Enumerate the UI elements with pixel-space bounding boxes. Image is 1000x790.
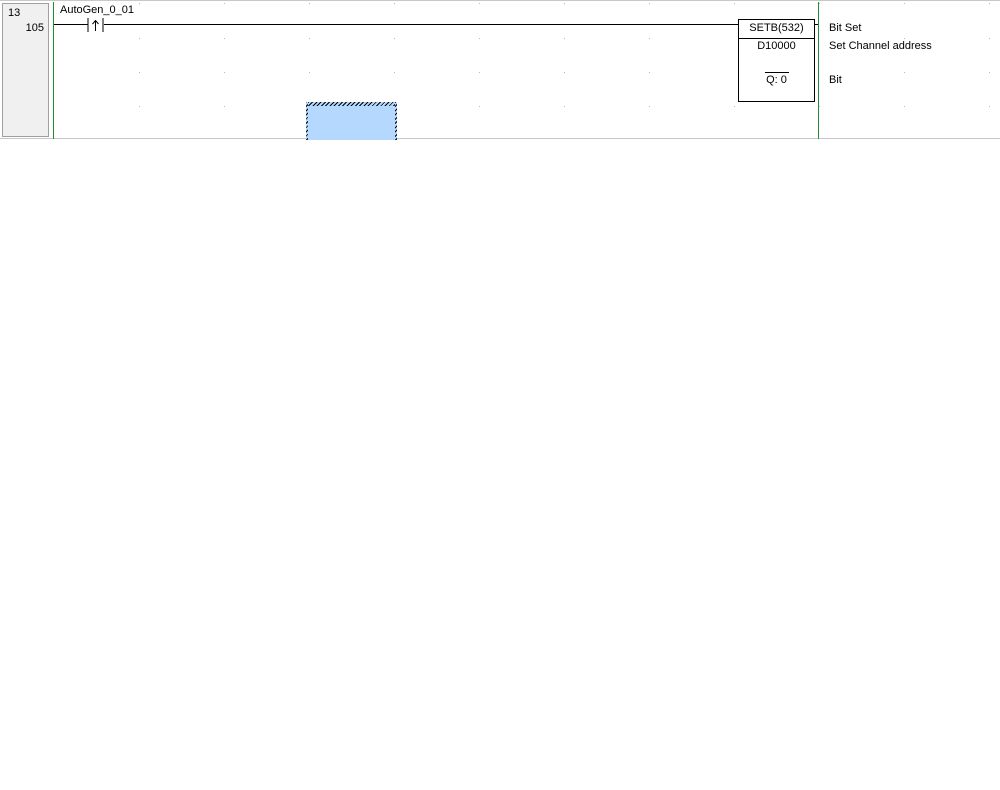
operand-bit-comment: Bit bbox=[829, 74, 842, 86]
function-block-operand-bit[interactable]: Q: 0 bbox=[739, 74, 814, 86]
function-block-operand-overbar bbox=[765, 72, 789, 73]
rising-edge-contact-icon[interactable] bbox=[86, 17, 106, 33]
rung-wire-right bbox=[815, 24, 818, 25]
selection-cursor[interactable] bbox=[306, 102, 397, 140]
function-block-divider bbox=[739, 38, 814, 39]
rung-wire-main bbox=[104, 24, 738, 25]
function-block-operand-channel[interactable]: D10000 bbox=[739, 40, 814, 52]
operand-channel-comment: Set Channel address bbox=[829, 40, 932, 52]
rung-header[interactable]: 13 105 bbox=[2, 3, 49, 137]
right-power-rail bbox=[818, 2, 819, 139]
setb-function-block[interactable]: SETB(532) D10000 Q: 0 bbox=[738, 19, 815, 102]
left-power-rail bbox=[53, 2, 54, 139]
selection-cursor-fill bbox=[308, 106, 395, 140]
function-block-name: SETB(532) bbox=[749, 22, 804, 34]
instruction-comment: Bit Set bbox=[829, 22, 862, 34]
rung-number: 13 bbox=[8, 7, 21, 19]
contact-operand-label: AutoGen_0_01 bbox=[60, 4, 135, 16]
ladder-rung[interactable]: 13 105 AutoGen_0_01 SETB(532) D10000 Q: … bbox=[0, 0, 1000, 140]
rung-wire-left bbox=[54, 24, 88, 25]
step-number: 105 bbox=[25, 22, 44, 34]
